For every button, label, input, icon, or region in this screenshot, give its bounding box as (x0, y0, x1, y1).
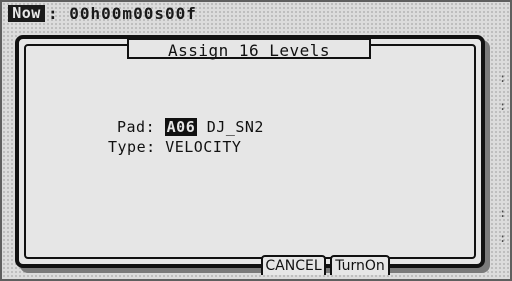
edge-mark: : (499, 231, 507, 245)
edge-mark: : (499, 71, 507, 85)
dialog-inner-frame (24, 44, 476, 259)
pad-row: Pad: A06 DJ_SN2 (117, 118, 264, 136)
assign-levels-dialog: Pad: A06 DJ_SN2 Type: VELOCITY (15, 35, 485, 268)
now-timecode: : 00h00m00s00f (48, 4, 197, 23)
pad-code-field[interactable]: A06 (164, 118, 198, 136)
pad-label: Pad: (117, 118, 156, 136)
cancel-button[interactable]: CANCEL (261, 255, 326, 275)
type-row: Type: VELOCITY (108, 138, 241, 156)
now-label: Now (8, 5, 45, 22)
edge-mark: : (499, 206, 507, 220)
pad-name: DJ_SN2 (206, 118, 264, 136)
dialog-title: Assign 16 Levels (127, 38, 371, 60)
turn-on-button[interactable]: TurnOn (330, 255, 390, 275)
type-value-field[interactable]: VELOCITY (165, 138, 241, 156)
edge-mark: : (499, 99, 507, 113)
type-label: Type: (108, 138, 156, 156)
lcd-screen: Now : 00h00m00s00f : : : : Pad: A06 DJ_S… (2, 2, 510, 279)
